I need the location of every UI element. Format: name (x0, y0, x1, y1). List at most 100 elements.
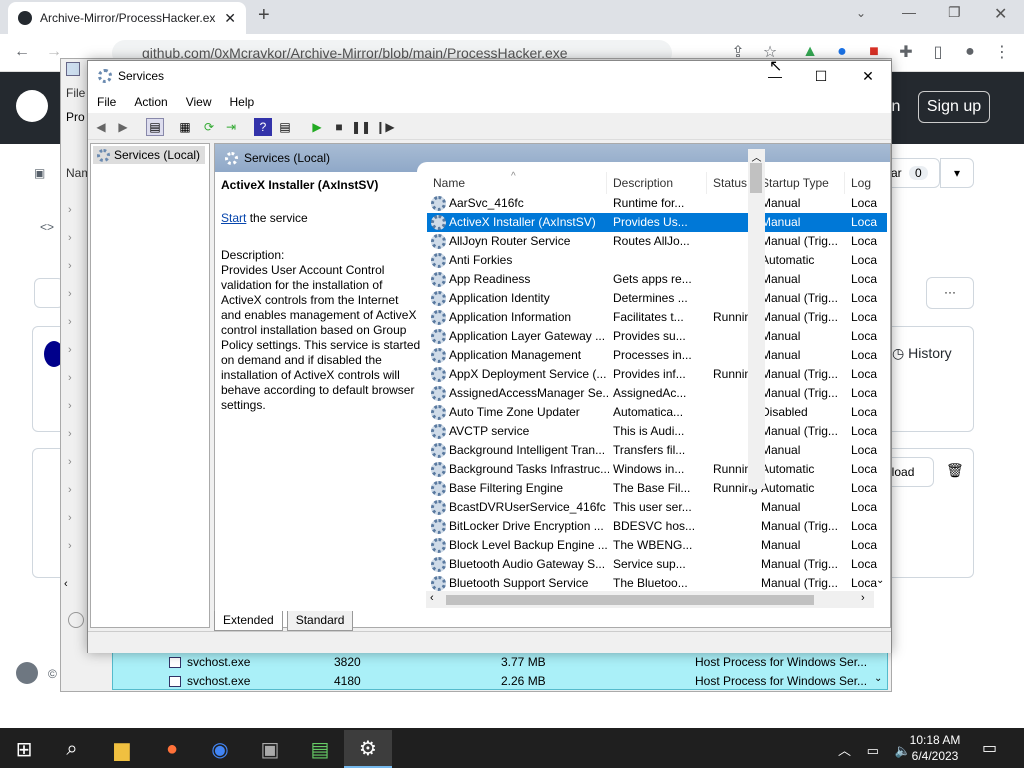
close-tab-icon[interactable]: ✕ (224, 10, 236, 27)
service-row[interactable]: BcastDVRUserService_416fc This user ser..… (427, 498, 887, 517)
service-row[interactable]: Anti Forkies Automatic Loca (427, 251, 887, 270)
network-app-icon[interactable]: ▣ (246, 730, 294, 768)
vertical-scroll-thumb[interactable] (750, 163, 762, 193)
service-startup: Manual (Trig... (761, 291, 838, 305)
properties-icon[interactable]: ▦ (176, 118, 194, 136)
service-row[interactable]: BitLocker Drive Encryption ... BDESVC hos… (427, 517, 887, 536)
file-explorer-icon[interactable]: ▆ (98, 730, 146, 768)
column-header-description[interactable]: Description (607, 172, 707, 194)
more-options-button[interactable]: ··· (926, 277, 974, 309)
file-content-box (880, 448, 974, 578)
window-minimize-button[interactable]: — (902, 4, 916, 20)
service-row[interactable]: Background Tasks Infrastruc... Windows in… (427, 460, 887, 479)
process-tree-expander-column: › › › › › › › › › › › › › (68, 204, 72, 552)
extensions-puzzle-icon[interactable]: ✚ (896, 42, 916, 62)
process-hacker-menu-file[interactable]: File (66, 86, 85, 100)
service-row[interactable]: AppX Deployment Service (... Provides inf… (427, 365, 887, 384)
table-row[interactable]: svchost.exe 4180 2.26 MB Host Process fo… (113, 672, 889, 691)
service-log: Loca (851, 462, 878, 476)
services-close-button[interactable]: ✕ (845, 61, 891, 91)
help-icon[interactable]: ? (254, 118, 272, 136)
service-row[interactable]: Background Intelligent Tran... Transfers … (427, 441, 887, 460)
service-row[interactable]: AllJoyn Router Service Routes AllJo... Man… (427, 232, 887, 251)
menu-help[interactable]: Help (221, 95, 264, 109)
window-restore-button[interactable]: ❐ (948, 4, 961, 21)
service-gear-icon (431, 367, 446, 382)
back-icon[interactable]: ← (12, 42, 32, 62)
tab-standard[interactable]: Standard (286, 611, 354, 631)
back-arrow-icon[interactable]: ◀ (92, 118, 110, 136)
process-icon (169, 657, 181, 668)
service-row[interactable]: ActiveX Installer (AxInstSV) Provides Us.… (427, 213, 887, 232)
github-footer-logo-icon[interactable] (16, 662, 38, 684)
scroll-down-icon[interactable]: ⌄ (876, 575, 884, 586)
process-description: Host Process for Windows Ser... (695, 655, 868, 669)
service-desc: BDESVC hos... (613, 519, 696, 533)
process-hacker-tab-processes[interactable]: Pro (66, 110, 85, 124)
stop-service-icon[interactable]: ■ (330, 118, 348, 136)
system-clock[interactable]: 10:18 AM 6/4/2023 (900, 732, 970, 766)
side-panel-icon[interactable]: ▯ (928, 42, 948, 62)
profile-avatar-icon[interactable]: ● (960, 42, 980, 62)
forward-arrow-icon[interactable]: ▶ (114, 118, 132, 136)
scroll-left-icon[interactable]: ‹ (430, 592, 434, 604)
service-row[interactable]: Application Layer Gateway ... Provides su… (427, 327, 887, 346)
services-maximize-button[interactable]: ☐ (798, 61, 844, 91)
console-icon[interactable]: ▤ (276, 118, 294, 136)
chrome-icon[interactable]: ◉ (196, 730, 244, 768)
scroll-up-icon[interactable]: ︿ (748, 149, 765, 164)
export-list-icon[interactable]: ⇥ (222, 118, 240, 136)
scroll-right-icon[interactable]: › (861, 592, 865, 604)
menu-action[interactable]: Action (125, 95, 176, 109)
service-row[interactable]: Bluetooth Audio Gateway S... Service sup.… (427, 555, 887, 574)
firefox-icon[interactable]: ● (148, 730, 196, 768)
tree-item-services-local[interactable]: Services (Local) (93, 146, 205, 164)
column-header-startup-type[interactable]: Startup Type (755, 172, 845, 194)
github-logo-icon[interactable] (16, 90, 48, 122)
horizontal-scroll-thumb[interactable] (446, 595, 814, 605)
history-link[interactable]: ◷ History (892, 345, 952, 362)
pause-service-icon[interactable]: ❚❚ (351, 118, 371, 136)
notification-icon[interactable]: ▭ (982, 738, 997, 758)
service-desc: Windows in... (613, 462, 685, 476)
star-dropdown-button[interactable]: ▾ (940, 158, 974, 188)
service-row[interactable]: Application Information Facilitates t... R… (427, 308, 887, 327)
vertical-scrollbar[interactable]: ︿ (748, 149, 765, 489)
start-service-icon[interactable]: ▶ (308, 118, 326, 136)
tab-extended[interactable]: Extended (214, 611, 283, 631)
ph-scroll-down-icon[interactable]: ⌄ (874, 673, 882, 684)
browser-tab[interactable]: Archive-Mirror/ProcessHacker.ex ✕ (8, 2, 246, 34)
chrome-menu-icon[interactable]: ⋮ (992, 42, 1012, 62)
service-desc: Gets apps re... (613, 272, 692, 286)
process-hacker-taskbar-icon[interactable]: ▤ (296, 730, 344, 768)
services-taskbar-icon[interactable]: ⚙ (344, 730, 392, 768)
table-row[interactable]: svchost.exe 3820 3.77 MB Host Process fo… (113, 653, 889, 672)
tab-search-icon[interactable]: ⌄ (856, 6, 866, 20)
service-row[interactable]: AVCTP service This is Audi... Manual (Trig… (427, 422, 887, 441)
menu-file[interactable]: File (88, 95, 125, 109)
code-tab-icon[interactable]: <> (40, 220, 54, 234)
service-row[interactable]: AssignedAccessManager Se... AssignedAc...… (427, 384, 887, 403)
column-header-log-on-as[interactable]: Log (845, 172, 885, 194)
service-row[interactable]: Application Identity Determines ... Manual… (427, 289, 887, 308)
restart-service-icon[interactable]: ❙▶ (375, 118, 394, 136)
service-row[interactable]: Base Filtering Engine The Base Fil... Runn… (427, 479, 887, 498)
service-desc: Service sup... (613, 557, 686, 571)
show-hide-tree-icon[interactable]: ▤ (146, 118, 164, 136)
menu-view[interactable]: View (177, 95, 221, 109)
search-icon[interactable]: ⌕ (48, 730, 96, 768)
service-row[interactable]: App Readiness Gets apps re... Manual Loca (427, 270, 887, 289)
window-close-button[interactable]: ✕ (994, 4, 1007, 24)
service-row[interactable]: Application Management Processes in... Man… (427, 346, 887, 365)
start-service-link[interactable]: Start (221, 211, 246, 225)
service-row[interactable]: Auto Time Zone Updater Automatica... Disab… (427, 403, 887, 422)
new-tab-button[interactable]: + (258, 4, 270, 27)
service-row[interactable]: AarSvc_416fc Runtime for... Manual Loca (427, 194, 887, 213)
column-header-name[interactable]: Name ^ (427, 171, 607, 194)
sign-up-button[interactable]: Sign up (918, 91, 990, 123)
ph-hscroll-left-icon[interactable]: ‹ (64, 578, 68, 590)
start-button[interactable]: ⊞ (0, 730, 48, 768)
service-row[interactable]: Block Level Backup Engine ... The WBENG..… (427, 536, 887, 555)
refresh-icon[interactable]: ⟳ (200, 118, 218, 136)
ph-search-icon[interactable] (68, 612, 84, 628)
